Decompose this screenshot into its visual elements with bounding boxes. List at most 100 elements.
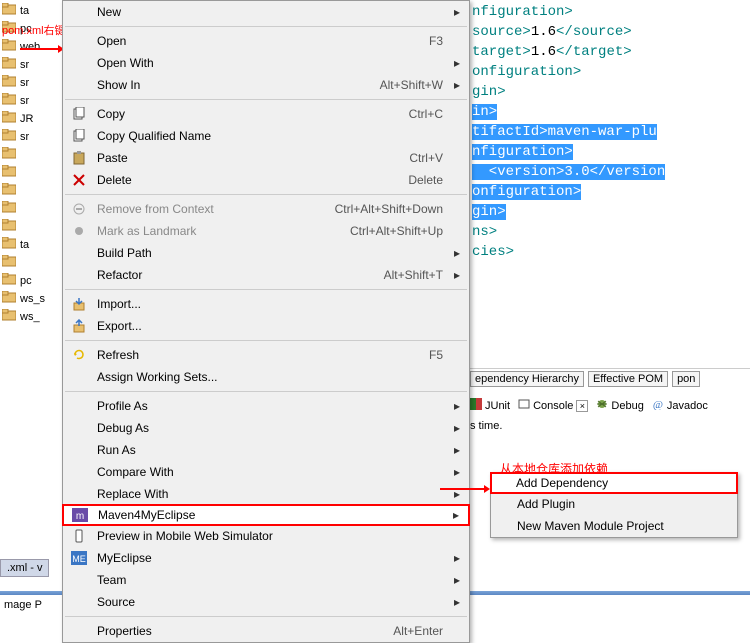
menu-item-open[interactable]: OpenF3 [63, 30, 469, 52]
view-tab-junit[interactable]: JUnit [470, 398, 510, 413]
blank-icon [69, 369, 89, 385]
tree-item-label: ws_ [20, 311, 40, 323]
menu-item-copy-qualified-name[interactable]: Copy Qualified Name [63, 125, 469, 147]
submenu-arrow-icon: ▸ [451, 268, 463, 282]
submenu-arrow-icon: ▸ [450, 508, 462, 522]
menu-item-export[interactable]: Export... [63, 315, 469, 337]
menu-item-source[interactable]: Source▸ [63, 591, 469, 613]
tree-item[interactable]: sr [0, 74, 56, 92]
submenu-arrow-icon: ▸ [451, 246, 463, 260]
view-tab-label: JUnit [485, 400, 510, 412]
blank-icon [69, 623, 89, 639]
debug-icon [596, 398, 608, 413]
submenu-item-add-plugin[interactable]: Add Plugin [491, 493, 737, 515]
editor-tabs-bottom: .xml - v [0, 559, 49, 577]
menu-item-run-as[interactable]: Run As▸ [63, 439, 469, 461]
folder-icon [2, 165, 18, 181]
tree-item[interactable]: ws_ [0, 308, 56, 326]
menu-item-properties[interactable]: PropertiesAlt+Enter [63, 620, 469, 642]
menu-item-compare-with[interactable]: Compare With▸ [63, 461, 469, 483]
tree-item[interactable]: sr [0, 92, 56, 110]
editor-tab[interactable]: Effective POM [588, 371, 668, 387]
menu-item-open-with[interactable]: Open With▸ [63, 52, 469, 74]
javadoc-icon: @ [652, 398, 664, 413]
menu-label: Paste [89, 151, 409, 165]
tree-item-label: ws_s [20, 293, 45, 305]
menu-label: Maven4MyEclipse [90, 508, 442, 522]
menu-label: MyEclipse [89, 551, 443, 565]
blank-icon [69, 464, 89, 480]
tree-item[interactable]: web [0, 38, 56, 56]
tree-item[interactable]: JR [0, 110, 56, 128]
menu-item-new[interactable]: New▸ [63, 1, 469, 23]
menu-label: Open [89, 34, 429, 48]
tree-item[interactable] [0, 146, 56, 164]
view-tab-debug[interactable]: Debug [596, 398, 643, 413]
menu-item-assign-working-sets[interactable]: Assign Working Sets... [63, 366, 469, 388]
menu-item-preview-in-mobile-web-simulator[interactable]: Preview in Mobile Web Simulator [63, 525, 469, 547]
editor-tab[interactable]: pon [672, 371, 700, 387]
folder-icon [2, 201, 18, 217]
editor-line: onfiguration> [472, 62, 748, 82]
blank-icon [69, 33, 89, 49]
blank-icon [69, 572, 89, 588]
tree-item[interactable]: ta [0, 2, 56, 20]
menu-separator [65, 99, 467, 100]
menu-item-maven4myeclipse[interactable]: m Maven4MyEclipse ▸ [62, 504, 470, 526]
editor-tab[interactable]: ependency Hierarchy [470, 371, 584, 387]
view-tab-console[interactable]: Console× [518, 398, 588, 413]
menu-item-show-in[interactable]: Show InAlt+Shift+W▸ [63, 74, 469, 96]
console-output: s time. [470, 420, 502, 432]
folder-icon [2, 273, 18, 289]
view-tab-javadoc[interactable]: @Javadoc [652, 398, 708, 413]
menu-item-build-path[interactable]: Build Path▸ [63, 242, 469, 264]
folder-icon [2, 57, 18, 73]
menu-shortcut: Ctrl+C [409, 107, 451, 121]
menu-label: Compare With [89, 465, 443, 479]
tree-item[interactable]: ws_s [0, 290, 56, 308]
editor-pane[interactable]: nfiguration>source>1.6</source>target>1.… [470, 0, 750, 264]
editor-line: in> [472, 102, 748, 122]
submenu-item-new-maven-module-project[interactable]: New Maven Module Project [491, 515, 737, 537]
blank-icon [69, 594, 89, 610]
tree-item[interactable]: pc [0, 272, 56, 290]
submenu-item-add-dependency[interactable]: Add Dependency [490, 472, 738, 494]
tree-item[interactable] [0, 200, 56, 218]
editor-tab[interactable]: .xml - v [0, 559, 49, 577]
tree-item[interactable] [0, 218, 56, 236]
menu-item-paste[interactable]: PasteCtrl+V [63, 147, 469, 169]
menu-item-import[interactable]: Import... [63, 293, 469, 315]
tree-item[interactable]: sr [0, 128, 56, 146]
menu-item-refactor[interactable]: RefactorAlt+Shift+T▸ [63, 264, 469, 286]
me-icon: ME [69, 550, 89, 566]
menu-item-refresh[interactable]: RefreshF5 [63, 344, 469, 366]
menu-item-replace-with[interactable]: Replace With▸ [63, 483, 469, 505]
tree-item[interactable] [0, 164, 56, 182]
menu-label: Properties [89, 624, 393, 638]
submenu-arrow-icon: ▸ [451, 56, 463, 70]
import-icon [69, 296, 89, 312]
folder-icon [2, 219, 18, 235]
menu-shortcut: Delete [408, 173, 451, 187]
folder-icon [2, 111, 18, 127]
submenu-arrow-icon: ▸ [451, 5, 463, 19]
menu-label: Refactor [89, 268, 384, 282]
menu-shortcut: F3 [429, 34, 451, 48]
menu-label: Mark as Landmark [89, 224, 350, 238]
menu-item-remove-from-context: Remove from ContextCtrl+Alt+Shift+Down [63, 198, 469, 220]
close-icon[interactable]: × [576, 400, 588, 412]
tree-item[interactable]: ta [0, 236, 56, 254]
tree-item[interactable]: sr [0, 56, 56, 74]
tree-item[interactable] [0, 182, 56, 200]
menu-item-delete[interactable]: DeleteDelete [63, 169, 469, 191]
menu-separator [65, 391, 467, 392]
menu-item-profile-as[interactable]: Profile As▸ [63, 395, 469, 417]
blank-icon [69, 267, 89, 283]
tree-item[interactable] [0, 254, 56, 272]
menu-item-copy[interactable]: CopyCtrl+C [63, 103, 469, 125]
svg-text:m: m [76, 511, 84, 522]
menu-item-debug-as[interactable]: Debug As▸ [63, 417, 469, 439]
blank-icon [69, 420, 89, 436]
menu-item-myeclipse[interactable]: MEMyEclipse▸ [63, 547, 469, 569]
menu-item-team[interactable]: Team▸ [63, 569, 469, 591]
